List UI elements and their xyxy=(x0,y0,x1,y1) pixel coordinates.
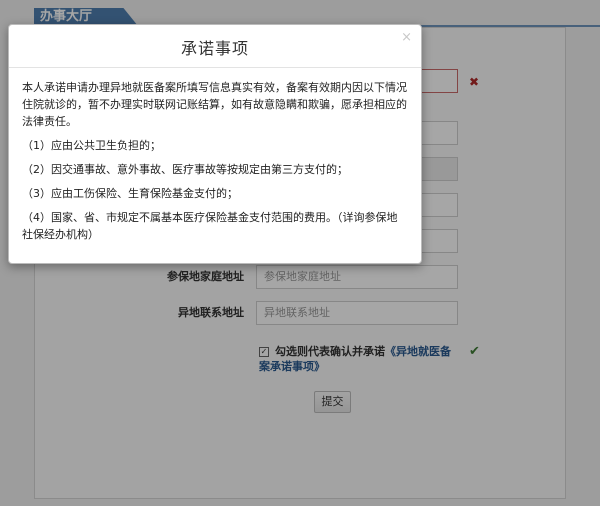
commitment-item-2: （2）因交通事故、意外事故、医疗事故等按规定由第三方支付的； xyxy=(22,163,348,176)
modal-divider xyxy=(9,67,421,68)
commitment-item-1: （1）应由公共卫生负担的； xyxy=(22,139,161,152)
commitment-intro: 本人承诺申请办理异地就医备案所填写信息真实有效，备案有效期内因以下情况住院就诊的… xyxy=(22,81,407,128)
commitment-item-4: （4）国家、省、市规定不属基本医疗保险基金支付范围的费用。（详询参保地社保经办机… xyxy=(22,211,398,241)
close-icon[interactable]: × xyxy=(401,30,412,45)
modal-body: 本人承诺申请办理异地就医备案所填写信息真实有效，备案有效期内因以下情况住院就诊的… xyxy=(22,79,408,250)
commitment-item-3: （3）应由工伤保险、生育保险基金支付的； xyxy=(22,187,238,200)
commitment-modal: 承诺事项 × 本人承诺申请办理异地就医备案所填写信息真实有效，备案有效期内因以下… xyxy=(8,24,422,264)
modal-title: 承诺事项 xyxy=(180,39,249,58)
